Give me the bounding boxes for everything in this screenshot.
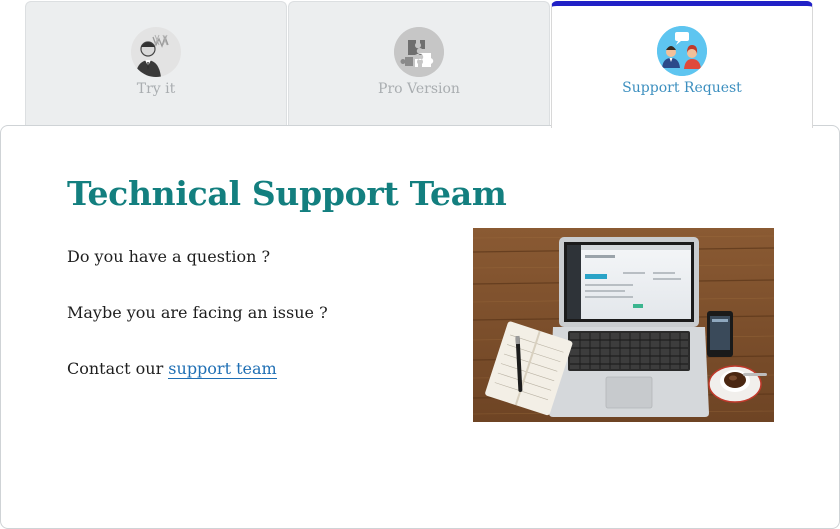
page-title: Technical Support Team bbox=[67, 174, 507, 213]
tab-try-it[interactable]: Try it bbox=[25, 1, 287, 127]
tab-support-request[interactable]: Support Request bbox=[551, 1, 813, 128]
issue-text: Maybe you are facing an issue ? bbox=[67, 303, 328, 322]
support-team-link[interactable]: support team bbox=[168, 359, 277, 379]
laptop-desk-photo bbox=[473, 228, 774, 422]
tab-pro-version[interactable]: Pro Version bbox=[288, 1, 550, 127]
support-people-icon bbox=[657, 26, 707, 76]
tab-label: Support Request bbox=[622, 80, 742, 96]
puzzle-icon bbox=[394, 27, 444, 77]
contact-text: Contact our support team bbox=[67, 359, 277, 379]
support-panel: Technical Support Team Do you have a que… bbox=[0, 125, 840, 529]
tab-label: Try it bbox=[136, 81, 176, 97]
contact-prefix: Contact our bbox=[67, 359, 169, 378]
businessman-icon bbox=[131, 27, 181, 77]
question-text: Do you have a question ? bbox=[67, 247, 271, 266]
tab-label: Pro Version bbox=[378, 81, 460, 97]
